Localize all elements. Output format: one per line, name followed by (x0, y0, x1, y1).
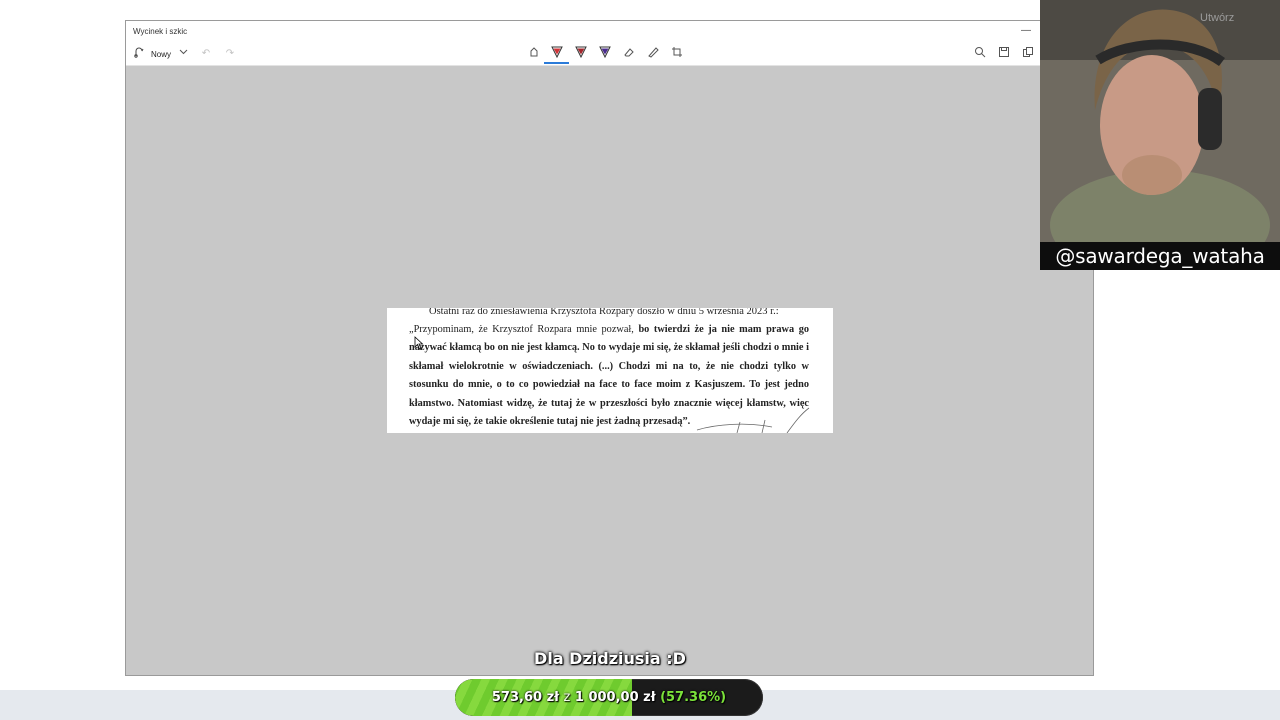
ballpoint-pen-icon[interactable] (550, 46, 564, 62)
minimize-button[interactable]: — (1019, 23, 1033, 39)
document-snip[interactable]: Ostatni raz do zniesławienia Krzysztofa … (387, 308, 833, 433)
pencil-icon[interactable] (574, 46, 588, 62)
touch-writing-icon[interactable] (527, 46, 541, 62)
donation-raised: 573,60 zł (491, 690, 559, 705)
save-icon[interactable] (997, 46, 1011, 62)
streamer-handle: @sawardega_wataha (1055, 244, 1265, 268)
new-snip-button[interactable]: Nowy (133, 46, 189, 62)
crop-icon[interactable] (670, 46, 684, 62)
quote-normal-text: „Przypominam, że Krzysztof Rozpara mnie … (409, 324, 634, 335)
webcam-overlay: Utwórz @sawardega_wataha (1040, 0, 1280, 270)
snip-and-sketch-window: Wycinek i szkic — Nowy ↶ ↷ Ostatni raz d… (125, 20, 1094, 676)
donation-goal: 1 000,00 zł (574, 690, 656, 705)
document-first-line: Ostatni raz do zniesławienia Krzysztofa … (429, 308, 779, 317)
title-bar: Wycinek i szkic — (126, 21, 1093, 43)
webcam-overlay-text: Utwórz (1200, 12, 1235, 24)
toolbar: Nowy ↶ ↷ (126, 43, 1093, 66)
window-title: Wycinek i szkic (133, 27, 188, 36)
redo-icon[interactable]: ↷ (223, 46, 237, 62)
new-snip-label: Nowy (151, 49, 172, 59)
copy-icon[interactable] (1021, 46, 1035, 62)
donation-progress-text: 573,60 zł z 1 000,00 zł (57.36%) (455, 679, 763, 716)
zoom-icon[interactable] (973, 46, 987, 62)
chevron-down-icon[interactable] (177, 47, 189, 61)
highlighter-icon[interactable] (598, 46, 612, 62)
mouse-cursor-icon (414, 336, 424, 350)
donation-percent: (57.36%) (660, 690, 727, 705)
donation-separator: z (563, 690, 571, 705)
signature-scribble (696, 407, 810, 433)
donation-goal-caption: Dla Dzidziusia :D (534, 649, 686, 668)
selected-tool-indicator (544, 62, 569, 64)
streamer-photo (1040, 0, 1280, 270)
ruler-icon[interactable] (646, 46, 660, 62)
donation-progress-bar: 573,60 zł z 1 000,00 zł (57.36%) (455, 679, 763, 716)
eraser-icon[interactable] (622, 46, 636, 62)
undo-icon[interactable]: ↶ (199, 46, 213, 62)
new-snip-icon (133, 47, 145, 61)
